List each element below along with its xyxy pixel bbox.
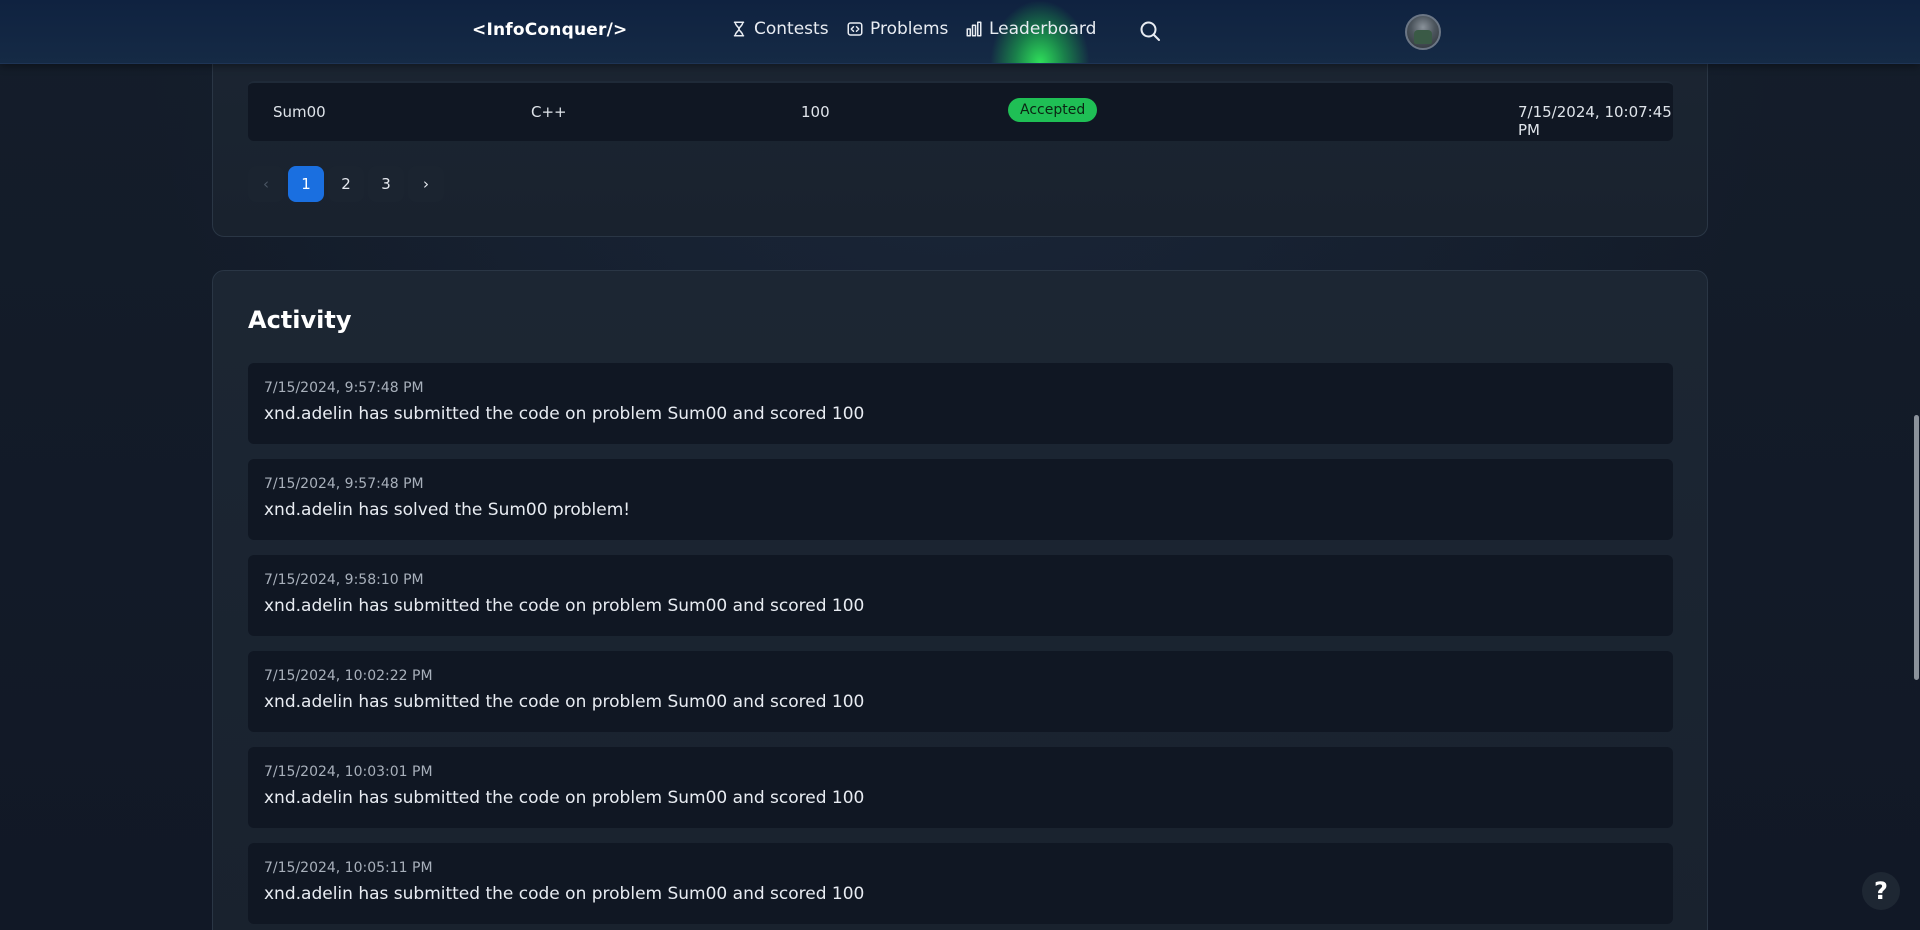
activity-text: xnd.adelin has submitted the code on pro…	[264, 404, 865, 424]
activity-text: xnd.adelin has solved the Sum00 problem!	[264, 500, 631, 520]
hourglass-icon	[733, 21, 745, 37]
search-button[interactable]	[1138, 19, 1162, 43]
prev-page-button[interactable]: ‹	[248, 166, 284, 202]
page-3-button[interactable]: 3	[368, 166, 404, 202]
status-badge: Accepted	[1008, 98, 1098, 122]
help-button[interactable]: ?	[1862, 872, 1900, 910]
nav-leaderboard[interactable]: Leaderboard	[965, 19, 1096, 39]
search-icon	[1140, 21, 1160, 41]
code-icon	[847, 22, 863, 36]
list-item: 7/15/2024, 9:57:48 PM xnd.adelin has sub…	[248, 363, 1673, 444]
nav-problems[interactable]: Problems	[846, 19, 948, 39]
scrollbar-thumb[interactable]	[1914, 415, 1919, 680]
user-avatar[interactable]	[1405, 14, 1441, 50]
brand-logo[interactable]: <InfoConquer/>	[472, 20, 627, 40]
pagination: ‹ 1 2 3 ›	[248, 166, 444, 202]
activity-text: xnd.adelin has submitted the code on pro…	[264, 692, 865, 712]
activity-time: 7/15/2024, 10:02:22 PM	[264, 668, 433, 684]
bar-chart-icon	[966, 21, 982, 37]
activity-title: Activity	[248, 306, 352, 334]
activity-time: 7/15/2024, 9:57:48 PM	[264, 476, 424, 492]
activity-list: 7/15/2024, 9:57:48 PM xnd.adelin has sub…	[248, 363, 1673, 930]
table-row[interactable]: Sum00 C++ 100 Accepted 7/15/2024, 10:07:…	[248, 81, 1673, 141]
activity-time: 7/15/2024, 9:58:10 PM	[264, 572, 424, 588]
list-item: 7/15/2024, 9:58:10 PM xnd.adelin has sub…	[248, 555, 1673, 636]
list-item: 7/15/2024, 10:05:11 PM xnd.adelin has su…	[248, 843, 1673, 924]
activity-time: 7/15/2024, 10:03:01 PM	[264, 764, 433, 780]
submission-problem[interactable]: Sum00	[273, 103, 326, 121]
activity-time: 7/15/2024, 10:05:11 PM	[264, 860, 433, 876]
list-item: 7/15/2024, 10:02:22 PM xnd.adelin has su…	[248, 651, 1673, 732]
activity-text: xnd.adelin has submitted the code on pro…	[264, 596, 865, 616]
activity-time: 7/15/2024, 9:57:48 PM	[264, 380, 424, 396]
page-2-button[interactable]: 2	[328, 166, 364, 202]
activity-text: xnd.adelin has submitted the code on pro…	[264, 884, 865, 904]
page: <InfoConquer/> Contests Problems Leaderb…	[0, 0, 1920, 930]
nav-problems-label: Problems	[870, 19, 949, 39]
top-navbar: <InfoConquer/> Contests Problems Leaderb…	[0, 0, 1920, 64]
nav-leaderboard-label: Leaderboard	[989, 19, 1097, 39]
list-item: 7/15/2024, 10:03:01 PM xnd.adelin has su…	[248, 747, 1673, 828]
activity-card: Activity 7/15/2024, 9:57:48 PM xnd.adeli…	[212, 270, 1708, 930]
submission-date: 7/15/2024, 10:07:45 PM	[1518, 103, 1672, 139]
page-1-button[interactable]: 1	[288, 166, 324, 202]
nav-contests-label: Contests	[754, 19, 829, 39]
submission-score: 100	[801, 103, 830, 121]
submission-language: C++	[531, 103, 567, 121]
activity-text: xnd.adelin has submitted the code on pro…	[264, 788, 865, 808]
nav-contests[interactable]: Contests	[730, 19, 829, 39]
next-page-button[interactable]: ›	[408, 166, 444, 202]
list-item: 7/15/2024, 9:57:48 PM xnd.adelin has sol…	[248, 459, 1673, 540]
